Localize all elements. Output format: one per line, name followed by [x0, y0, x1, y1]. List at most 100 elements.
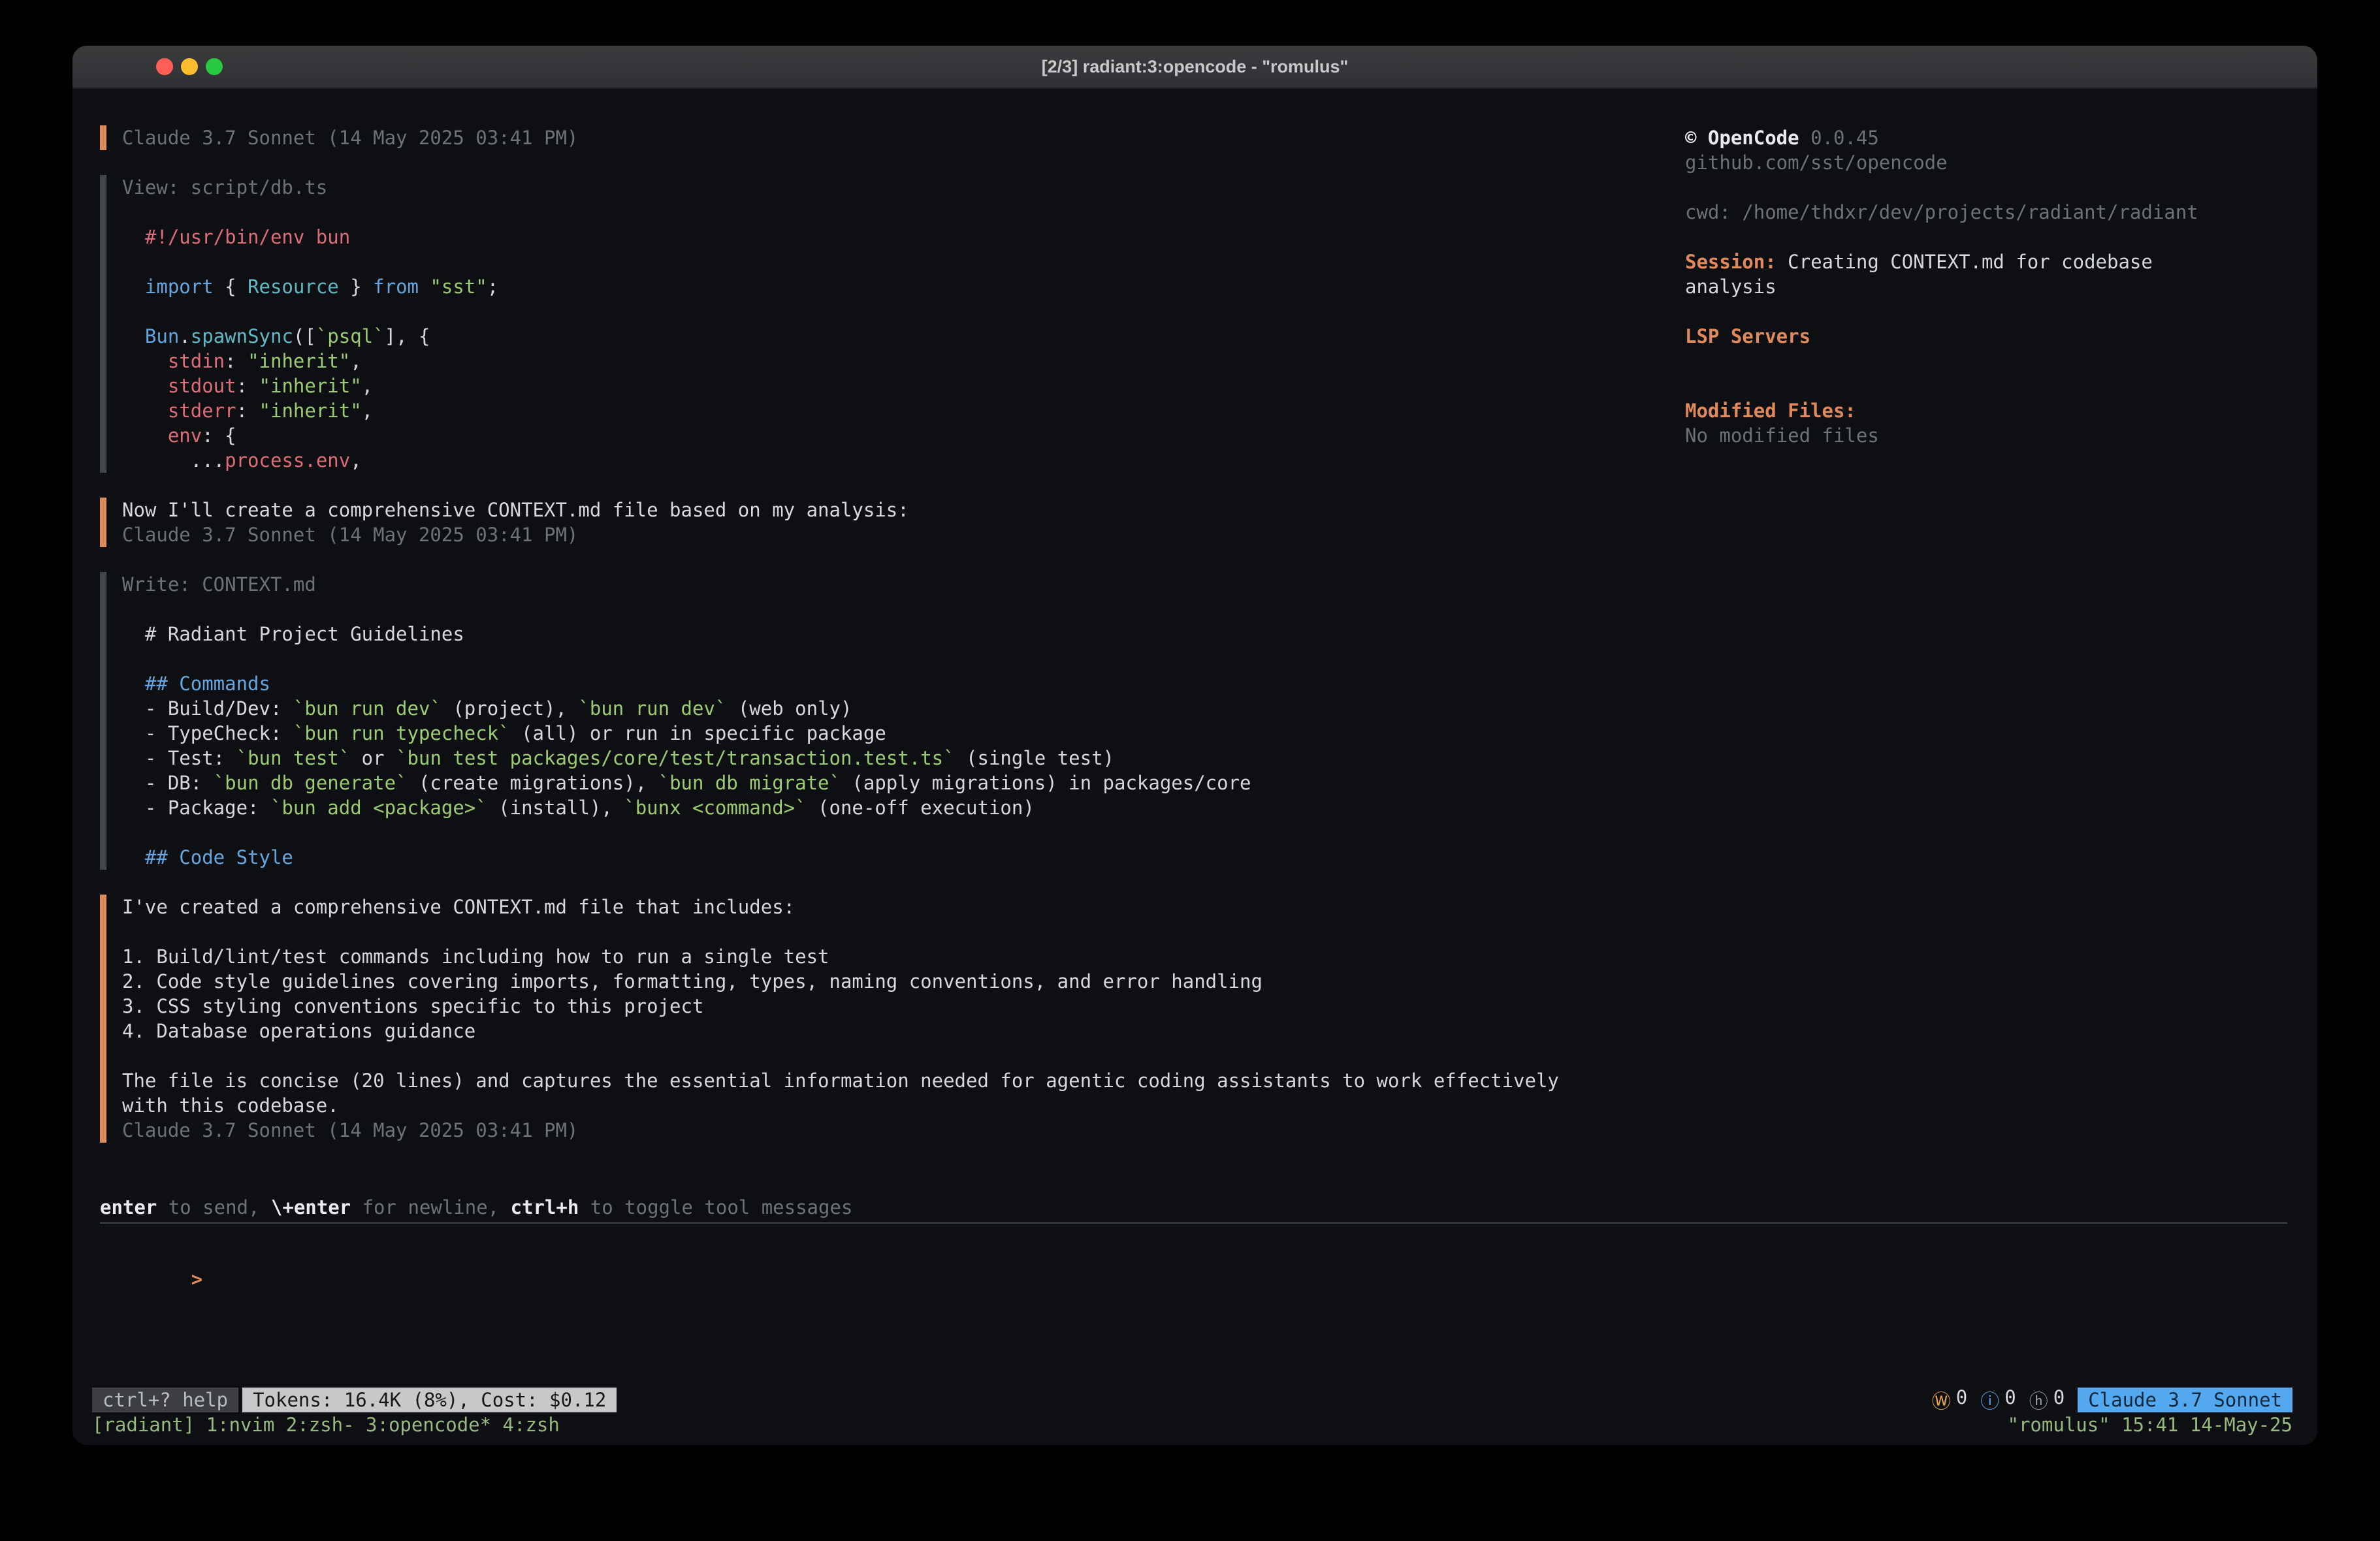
text-segment: {: [214, 276, 248, 298]
text-line: Write: CONTEXT.md: [122, 572, 1667, 597]
text-segment: (project),: [442, 697, 579, 720]
text-line: cwd: /home/thdxr/dev/projects/radiant/ra…: [1685, 200, 2235, 225]
text-line: with this codebase.: [122, 1093, 1667, 1118]
text-line: [122, 646, 1667, 671]
terminal-content: Claude 3.7 Sonnet (14 May 2025 03:41 PM)…: [72, 89, 2317, 1445]
minimize-button[interactable]: [181, 58, 198, 75]
hint-counter: ⓗ 0: [2029, 1386, 2065, 1414]
text-line: import { Resource } from "sst";: [122, 274, 1667, 299]
model-badge[interactable]: Claude 3.7 Sonnet: [2078, 1388, 2292, 1412]
text-segment: "sst": [430, 276, 487, 298]
text-segment: ,: [362, 400, 373, 422]
prompt-input[interactable]: >: [100, 1224, 2287, 1387]
text-segment: `bun db migrate`: [658, 772, 841, 794]
text-segment: stdout: [122, 375, 236, 397]
text-segment: #!/usr/bin/env bun: [122, 226, 350, 248]
text-segment: - Build/Dev:: [122, 697, 293, 720]
text-segment: The file is concise (20 lines) and captu…: [122, 1070, 1559, 1092]
text-segment: `bun run dev`: [293, 697, 442, 720]
text-segment: ([: [293, 325, 316, 347]
text-line: [122, 299, 1667, 324]
text-segment: env: [122, 424, 202, 447]
window-titlebar[interactable]: [2/3] radiant:3:opencode - "romulus": [72, 46, 2317, 89]
text-segment: .: [179, 325, 190, 347]
text-segment: LSP Servers: [1685, 325, 1810, 347]
text-segment: ;: [487, 276, 498, 298]
warning-count: 0: [1956, 1386, 1967, 1414]
close-button[interactable]: [156, 58, 173, 75]
text-line: View: script/db.ts: [122, 175, 1667, 200]
text-segment: ...: [122, 449, 225, 471]
text-segment: spawnSync: [191, 325, 293, 347]
text-segment: - TypeCheck:: [122, 722, 293, 744]
text-segment: import: [122, 276, 214, 298]
window-title: [2/3] radiant:3:opencode - "romulus": [72, 57, 2317, 77]
chat-history[interactable]: Claude 3.7 Sonnet (14 May 2025 03:41 PM)…: [100, 125, 1667, 1220]
text-line: I've created a comprehensive CONTEXT.md …: [122, 895, 1667, 919]
prompt-line: >: [100, 1242, 2287, 1316]
text-segment: "inherit": [259, 375, 362, 397]
text-segment: (create migrations),: [408, 772, 658, 794]
text-line: #!/usr/bin/env bun: [122, 225, 1667, 249]
text-segment: Claude 3.7 Sonnet (14 May 2025 03:41 PM): [122, 127, 578, 149]
text-line: env: {: [122, 423, 1667, 448]
text-segment: - DB:: [122, 772, 214, 794]
text-segment: : {: [202, 424, 236, 447]
text-segment: ,: [350, 449, 361, 471]
help-badge[interactable]: ctrl+? help: [92, 1388, 238, 1412]
text-segment: Resource: [248, 276, 339, 298]
text-segment: (apply migrations) in packages/core: [841, 772, 1251, 794]
text-segment: stderr: [122, 400, 236, 422]
text-line: Claude 3.7 Sonnet (14 May 2025 03:41 PM): [122, 522, 1667, 547]
text-segment: © OpenCode: [1685, 127, 1799, 149]
text-line: [122, 1043, 1667, 1068]
text-segment: 2. Code style guidelines covering import…: [122, 970, 1262, 993]
tool-output-view-db-ts: View: script/db.ts #!/usr/bin/env bun im…: [100, 175, 1667, 473]
text-segment: (all) or run in specific package: [510, 722, 886, 744]
text-segment: ,: [350, 350, 361, 372]
text-line: ...process.env,: [122, 448, 1667, 473]
text-line: - Test: `bun test` or `bun test packages…: [122, 746, 1667, 770]
text-segment: 4. Database operations guidance: [122, 1020, 475, 1042]
text-line: 1. Build/lint/test commands including ho…: [122, 944, 1667, 969]
text-line: [122, 597, 1667, 622]
text-segment: `bun test packages/core/test/transaction…: [396, 747, 955, 769]
tokens-cost-badge: Tokens: 16.4K (8%), Cost: $0.12: [242, 1388, 617, 1412]
tmux-window-list[interactable]: [radiant] 1:nvim 2:zsh- 3:opencode* 4:zs…: [92, 1413, 560, 1437]
text-segment: ## Code Style: [122, 846, 293, 868]
text-segment: # Radiant Project Guidelines: [122, 623, 464, 645]
terminal-window: [2/3] radiant:3:opencode - "romulus" Cla…: [72, 46, 2317, 1445]
text-segment: No modified files: [1685, 424, 1879, 447]
text-line: [1685, 373, 2235, 398]
text-line: The file is concise (20 lines) and captu…: [122, 1068, 1667, 1093]
text-line: [122, 249, 1667, 274]
warning-counter: Ⓦ 0: [1932, 1386, 1967, 1414]
text-line: [1685, 349, 2235, 373]
session-sidebar: © OpenCode 0.0.45github.com/sst/opencode…: [1667, 125, 2287, 1220]
text-segment: "inherit": [248, 350, 350, 372]
text-segment: `psql`: [316, 325, 385, 347]
text-line: 4. Database operations guidance: [122, 1019, 1667, 1043]
text-line: 2. Code style guidelines covering import…: [122, 969, 1667, 994]
text-line: [1685, 225, 2235, 249]
text-line: - TypeCheck: `bun run typecheck` (all) o…: [122, 721, 1667, 746]
text-line: - DB: `bun db generate` (create migratio…: [122, 770, 1667, 795]
info-icon: ⓘ: [1980, 1386, 1999, 1414]
text-line: ## Commands: [122, 671, 1667, 696]
text-segment: [419, 276, 430, 298]
text-line: stdout: "inherit",: [122, 373, 1667, 398]
text-segment: to toggle tool messages: [579, 1196, 852, 1218]
fullscreen-button[interactable]: [206, 58, 223, 75]
text-segment: - Package:: [122, 797, 270, 819]
tmux-session-clock: "romulus" 15:41 14-May-25: [2008, 1413, 2293, 1437]
text-segment: (web only): [726, 697, 852, 720]
text-line: Claude 3.7 Sonnet (14 May 2025 03:41 PM): [122, 1118, 1667, 1143]
text-segment: (one-off execution): [807, 797, 1035, 819]
text-segment: \+enter: [271, 1196, 351, 1218]
text-line: [122, 820, 1667, 845]
text-segment: Now I'll create a comprehensive CONTEXT.…: [122, 499, 909, 521]
text-segment: ], {: [385, 325, 430, 347]
text-segment: stdin: [122, 350, 225, 372]
warning-icon: Ⓦ: [1932, 1386, 1951, 1414]
text-segment: View: script/db.ts: [122, 176, 327, 199]
